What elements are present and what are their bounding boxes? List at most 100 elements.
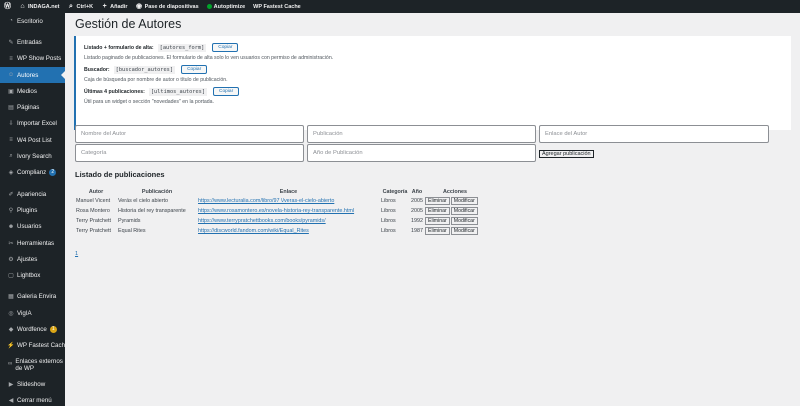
sidebar-item-enlaces-externos-de-wp[interactable]: ∞ Enlaces externos de WP bbox=[0, 354, 65, 376]
edit-button[interactable]: Modificar bbox=[450, 217, 478, 225]
user-icon: ☻ bbox=[7, 223, 15, 230]
sidebar-item-label: Slideshow bbox=[17, 380, 46, 388]
sidebar-item-label: Enlaces externos de WP bbox=[15, 357, 63, 372]
sidebar-item-usuarios[interactable]: ☻ Usuarios bbox=[0, 219, 65, 235]
copy-button[interactable]: Copiar bbox=[212, 43, 239, 52]
sidebar-item-galeria-envira[interactable]: ▦ Galeria Envira bbox=[0, 289, 65, 305]
site-name-link[interactable]: ⌂ INDAGA.net bbox=[15, 0, 63, 13]
copy-button[interactable]: Copiar bbox=[181, 65, 208, 74]
table-row: Rosa Montero Historia del rey transparent… bbox=[75, 206, 486, 216]
sidebar-item-escritorio[interactable]: ◔ Escritorio bbox=[0, 13, 65, 29]
delete-button[interactable]: Eliminar bbox=[425, 217, 450, 225]
search-icon: ⌕ bbox=[69, 3, 73, 10]
publication-input[interactable]: Publicación bbox=[307, 125, 536, 143]
sidebar-item-plugins[interactable]: ⚲ Plugins bbox=[0, 202, 65, 218]
edit-button[interactable]: Modificar bbox=[450, 197, 478, 205]
cell-enlace: https://www.lecturalia.com/libro/97 \/ve… bbox=[197, 196, 380, 206]
sidebar-item-wordfence[interactable]: ◆ Wordfence 1 bbox=[0, 321, 65, 337]
sidebar-item-p-ginas[interactable]: ▤ Páginas bbox=[0, 99, 65, 115]
edit-button[interactable]: Modificar bbox=[450, 227, 478, 235]
slideshow-icon: ◉ bbox=[136, 3, 143, 10]
cell-autor: Rosa Montero bbox=[76, 208, 110, 214]
publication-link[interactable]: https://www.rosamontero.es/novela-histor… bbox=[198, 208, 354, 214]
sidebar-item-autores[interactable]: ☺ Autores bbox=[0, 66, 65, 84]
wordpress-logo-menu[interactable]: Ⓦ bbox=[0, 0, 15, 13]
shortcodes-notice: Listado + formulario de alta: [autores_f… bbox=[74, 36, 791, 130]
cell-publicacion: Verás el cielo abierto bbox=[118, 198, 169, 204]
sidebar-item-medios[interactable]: ▣ Medios bbox=[0, 83, 65, 99]
sidebar-item-wp-show-posts[interactable]: ≡ WP Show Posts bbox=[0, 51, 65, 67]
sidebar-item-label: Escritorio bbox=[17, 17, 43, 25]
media-icon: ▣ bbox=[8, 88, 14, 95]
pin-icon: ✎ bbox=[8, 39, 14, 46]
copy-button[interactable]: Copiar bbox=[213, 87, 240, 96]
year-input[interactable]: Año de Publicación bbox=[307, 144, 536, 162]
sidebar-item-label: Ivory Search bbox=[17, 153, 52, 161]
slideshow-link[interactable]: ◉ Pase de diapositivas bbox=[132, 0, 203, 13]
cell-publicacion: Pyramids bbox=[118, 218, 141, 224]
pagination-page-1[interactable]: 1 bbox=[75, 251, 78, 257]
table-row: Terry Pratchett Pyramids https://www.terry… bbox=[75, 216, 486, 226]
notification-badge: 2 bbox=[49, 169, 57, 177]
sidebar-item-entradas[interactable]: ✎ Entradas bbox=[0, 34, 65, 50]
category-input[interactable]: Categoría bbox=[75, 144, 304, 162]
cache-icon: ⚡ bbox=[7, 343, 15, 350]
cell-enlace: https://discworld.fandom.com/wiki/Equal_… bbox=[197, 226, 380, 236]
cell-actions: Eliminar Modificar bbox=[424, 216, 486, 226]
plugin-icon: ⚲ bbox=[8, 207, 14, 214]
publication-link[interactable]: https://www.terrypratchettbooks.com/book… bbox=[198, 218, 326, 224]
settings-icon: ⚙ bbox=[8, 256, 14, 263]
lightbox-icon: ▢ bbox=[8, 273, 14, 280]
autoptimize-link[interactable]: Autoptimize bbox=[203, 0, 249, 13]
sidebar-item-w4-post-list[interactable]: ≡ W4 Post List bbox=[0, 132, 65, 148]
shortcode-description: Caja de búsqueda por nombre de autor o t… bbox=[84, 77, 228, 83]
sidebar-item-complianz[interactable]: ◈ Complianz 2 bbox=[0, 165, 65, 181]
add-publication-button[interactable]: Agregar publicación bbox=[539, 150, 594, 158]
sidebar-item-label: Apariencia bbox=[17, 190, 47, 198]
cell-autor: Terry Pratchett bbox=[76, 228, 112, 234]
sidebar-item-importar-excel[interactable]: ⇩ Importar Excel bbox=[0, 116, 65, 132]
shortcode-block-form: Listado + formulario de alta: [autores_f… bbox=[84, 43, 791, 61]
publication-link[interactable]: https://www.lecturalia.com/libro/97 \/ve… bbox=[198, 198, 334, 204]
cell-autor: Manuel Vicent bbox=[76, 198, 111, 204]
column-header: Categoría bbox=[382, 188, 408, 195]
sidebar-item-label: Ajustes bbox=[17, 255, 38, 263]
sidebar-item-label: Autores bbox=[17, 71, 39, 79]
sidebar-item-lightbox[interactable]: ▢ Lightbox bbox=[0, 267, 65, 283]
cell-categoria: Libros bbox=[381, 218, 396, 224]
wordfence-icon: ◆ bbox=[8, 326, 14, 333]
cell-anio: 1992 bbox=[411, 218, 423, 224]
sidebar-item-cerrar-men-[interactable]: ◀ Cerrar menú bbox=[0, 392, 65, 406]
sidebar-item-herramientas[interactable]: ✂ Herramientas bbox=[0, 235, 65, 251]
sidebar-item-ivory-search[interactable]: ⌕ Ivory Search bbox=[0, 148, 65, 164]
shortcode-title: Últimas 4 publicaciones: bbox=[84, 88, 145, 95]
list-icon: ≡ bbox=[9, 55, 13, 62]
sidebar-item-slideshow[interactable]: ▶ Slideshow bbox=[0, 376, 65, 392]
sidebar-item-apariencia[interactable]: ✐ Apariencia bbox=[0, 186, 65, 202]
edit-button[interactable]: Modificar bbox=[450, 207, 478, 215]
delete-button[interactable]: Eliminar bbox=[425, 207, 450, 215]
shortcode-code: [ultimos_autores] bbox=[148, 87, 208, 96]
sidebar-item-ajustes[interactable]: ⚙ Ajustes bbox=[0, 251, 65, 267]
delete-button[interactable]: Eliminar bbox=[425, 197, 450, 205]
author-link-input[interactable]: Enlace del Autor bbox=[539, 125, 769, 143]
notification-badge: 1 bbox=[49, 325, 57, 333]
cell-publicacion: Historia del rey transparente bbox=[118, 208, 186, 214]
command-palette-link[interactable]: ⌕ Ctrl+K bbox=[63, 0, 97, 13]
collapse-icon: ◀ bbox=[8, 397, 14, 404]
users-icon: ☺ bbox=[7, 72, 15, 79]
publication-link[interactable]: https://discworld.fandom.com/wiki/Equal_… bbox=[198, 228, 309, 234]
add-new-link[interactable]: + Añadir bbox=[97, 0, 131, 13]
cell-anio: 2005 bbox=[411, 208, 423, 214]
cell-actions: Eliminar Modificar bbox=[424, 206, 486, 216]
delete-button[interactable]: Eliminar bbox=[425, 227, 450, 235]
cell-autor: Terry Pratchett bbox=[76, 218, 112, 224]
author-name-input[interactable]: Nombre del Autor bbox=[75, 125, 304, 143]
dashboard-icon: ◔ bbox=[9, 18, 13, 25]
sidebar-item-vigia[interactable]: ◎ VigIA bbox=[0, 305, 65, 321]
column-header: Autor bbox=[88, 188, 104, 195]
cell-actions: Eliminar Modificar bbox=[424, 226, 486, 236]
column-header: Enlace bbox=[279, 188, 298, 195]
sidebar-item-wp-fastest-cache[interactable]: ⚡ WP Fastest Cache bbox=[0, 338, 68, 354]
fastest-cache-link[interactable]: WP Fastest Cache bbox=[249, 0, 305, 13]
